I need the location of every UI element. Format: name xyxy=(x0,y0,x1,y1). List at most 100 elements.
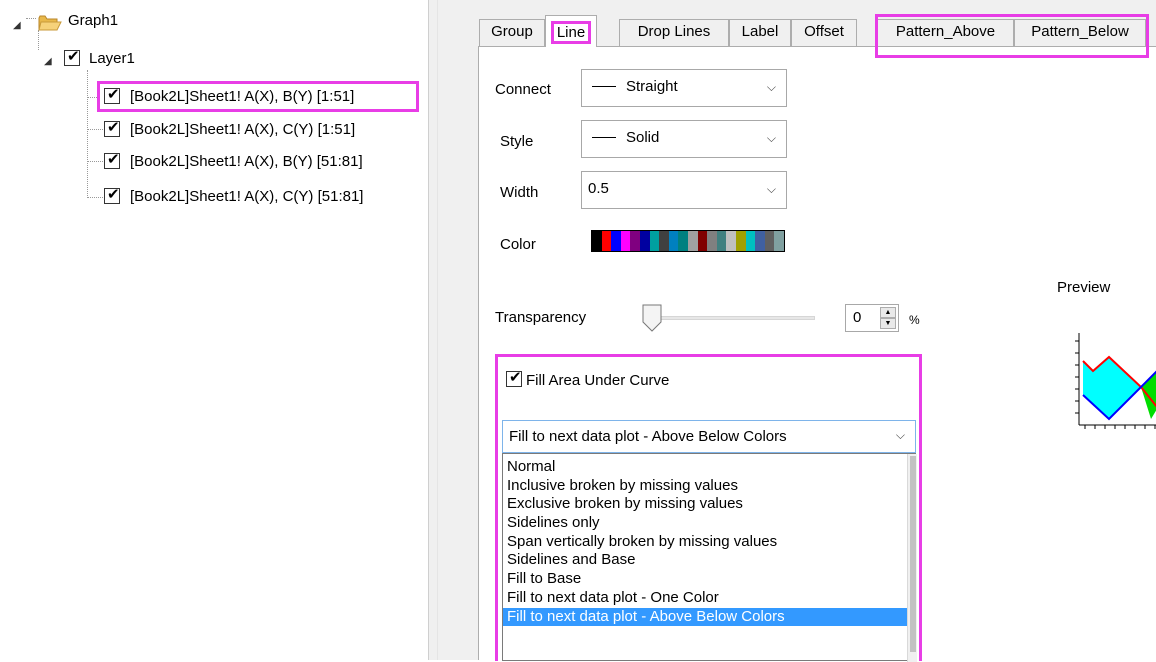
tab-label[interactable]: Label xyxy=(729,19,791,46)
folder-icon xyxy=(38,14,62,32)
checkmark-icon: ✔ xyxy=(509,369,522,386)
tree-root-label[interactable]: Graph1 xyxy=(68,12,118,30)
fill-mode-options-list[interactable]: Normal Inclusive broken by missing values… xyxy=(502,453,917,662)
fill-mode-option[interactable]: Sidelines and Base xyxy=(503,551,907,570)
color-swatch xyxy=(592,231,602,251)
spin-up-icon[interactable]: ▲ xyxy=(880,307,896,318)
width-dropdown[interactable]: 0.5 ⌵ xyxy=(581,171,787,209)
collapse-arrow-icon[interactable]: ◢ xyxy=(44,56,52,68)
fill-mode-option[interactable]: Inclusive broken by missing values xyxy=(503,477,907,496)
color-swatch xyxy=(707,231,717,251)
fill-mode-option[interactable]: Sidelines only xyxy=(503,514,907,533)
preview-plot xyxy=(1075,333,1156,429)
line-tab-page: Connect Straight ⌵ Style Solid ⌵ Width 0… xyxy=(478,46,1156,662)
percent-unit: % xyxy=(909,313,920,327)
color-swatch xyxy=(764,231,775,251)
transparency-slider-thumb[interactable] xyxy=(642,304,662,332)
tree-layer-label[interactable]: Layer1 xyxy=(89,50,135,68)
color-swatch xyxy=(697,231,708,251)
checkmark-icon: ✔ xyxy=(67,48,80,65)
fill-area-checkbox[interactable]: ✔ xyxy=(506,369,522,387)
color-swatch xyxy=(630,231,640,251)
tab-label: Offset xyxy=(804,23,844,40)
highlight-box: Line xyxy=(550,21,592,44)
plot-checkbox[interactable]: ✔ xyxy=(104,119,120,137)
fill-mode-option[interactable]: Fill to next data plot - Above Below Col… xyxy=(503,607,907,627)
color-swatch xyxy=(620,231,631,251)
chevron-down-icon: ⌵ xyxy=(766,182,776,196)
tab-offset[interactable]: Offset xyxy=(791,19,857,46)
color-swatch-button[interactable] xyxy=(591,230,785,252)
chevron-down-icon: ⌵ xyxy=(766,80,776,94)
highlight-box xyxy=(97,81,419,112)
tab-label: Line xyxy=(556,24,586,41)
fill-area-label[interactable]: Fill Area Under Curve xyxy=(526,372,669,389)
checkmark-icon: ✔ xyxy=(107,186,120,203)
tab-label: Group xyxy=(491,23,533,40)
scrollbar-thumb[interactable] xyxy=(910,456,916,652)
color-swatch xyxy=(745,231,756,251)
plot-checkbox[interactable]: ✔ xyxy=(104,186,120,204)
color-swatch xyxy=(755,231,765,251)
connect-dropdown[interactable]: Straight ⌵ xyxy=(581,69,787,107)
highlight-box xyxy=(875,14,1149,58)
tab-drop-lines[interactable]: Drop Lines xyxy=(619,19,729,46)
chevron-down-icon: ⌵ xyxy=(766,131,776,145)
color-swatch xyxy=(678,231,688,251)
plot-checkbox[interactable]: ✔ xyxy=(104,151,120,169)
layer-checkbox[interactable]: ✔ xyxy=(64,48,80,66)
color-swatch xyxy=(659,231,669,251)
plot-item-label[interactable]: [Book2L]Sheet1! A(X), C(Y) [51:81] xyxy=(130,188,363,206)
fill-mode-dropdown[interactable]: Fill to next data plot - Above Below Col… xyxy=(502,420,916,453)
transparency-label: Transparency xyxy=(495,309,587,326)
collapse-arrow-icon[interactable]: ◢ xyxy=(13,20,21,32)
checkmark-icon: ✔ xyxy=(107,151,120,168)
color-swatch xyxy=(649,231,660,251)
tree-guide-line xyxy=(87,197,105,198)
color-swatch xyxy=(687,231,698,251)
style-label: Style xyxy=(500,133,534,150)
tree-guide-line xyxy=(87,161,105,162)
chevron-down-icon: ⌵ xyxy=(895,428,905,442)
fill-mode-value: Fill to next data plot - Above Below Col… xyxy=(509,428,787,445)
fill-mode-options: Normal Inclusive broken by missing values… xyxy=(503,458,907,627)
spin-down-icon[interactable]: ▼ xyxy=(880,318,896,329)
tab-label: Drop Lines xyxy=(637,23,711,40)
style-dropdown[interactable]: Solid ⌵ xyxy=(581,120,787,158)
tab-label: Label xyxy=(741,23,779,40)
plot-item-label[interactable]: [Book2L]Sheet1! A(X), C(Y) [1:51] xyxy=(130,121,355,139)
transparency-slider-track[interactable] xyxy=(647,316,815,320)
tab-line[interactable]: Line xyxy=(545,15,597,47)
tree-guide-line xyxy=(38,30,39,50)
options-scrollbar[interactable] xyxy=(907,454,917,662)
color-swatch xyxy=(611,231,621,251)
fill-mode-option[interactable]: Span vertically broken by missing values xyxy=(503,533,907,552)
connect-value: Straight xyxy=(592,78,678,95)
plot-tree: ◢ Graph1 ◢ ✔ Layer1 ✔ [Book2L]Sheet1! A(… xyxy=(0,0,428,660)
fill-mode-option[interactable]: Fill to Base xyxy=(503,570,907,589)
style-value: Solid xyxy=(592,129,659,146)
color-swatch xyxy=(726,231,736,251)
tree-guide-line xyxy=(87,70,88,198)
fill-mode-option[interactable]: Fill to next data plot - One Color xyxy=(503,589,907,608)
color-swatch xyxy=(774,231,784,251)
tree-guide-line xyxy=(26,18,36,19)
color-swatch xyxy=(716,231,727,251)
transparency-spinner[interactable]: 0 ▲ ▼ xyxy=(845,304,899,332)
style-value-text: Solid xyxy=(626,129,660,146)
tree-guide-line xyxy=(87,129,105,130)
color-swatch xyxy=(639,231,650,251)
width-value: 0.5 xyxy=(588,180,609,197)
preview-label: Preview xyxy=(1057,279,1111,296)
panel-splitter[interactable] xyxy=(428,0,438,660)
transparency-value: 0 xyxy=(853,309,862,326)
tree-guide-line xyxy=(87,97,97,98)
connect-value-text: Straight xyxy=(626,78,678,95)
connect-label: Connect xyxy=(495,81,551,98)
tab-group[interactable]: Group xyxy=(479,19,545,46)
fill-mode-option[interactable]: Exclusive broken by missing values xyxy=(503,495,907,514)
fill-mode-option[interactable]: Normal xyxy=(503,458,907,477)
plot-details-panel: Connect Straight ⌵ Style Solid ⌵ Width 0… xyxy=(438,0,1156,662)
color-label: Color xyxy=(500,236,536,253)
plot-item-label[interactable]: [Book2L]Sheet1! A(X), B(Y) [51:81] xyxy=(130,153,363,171)
